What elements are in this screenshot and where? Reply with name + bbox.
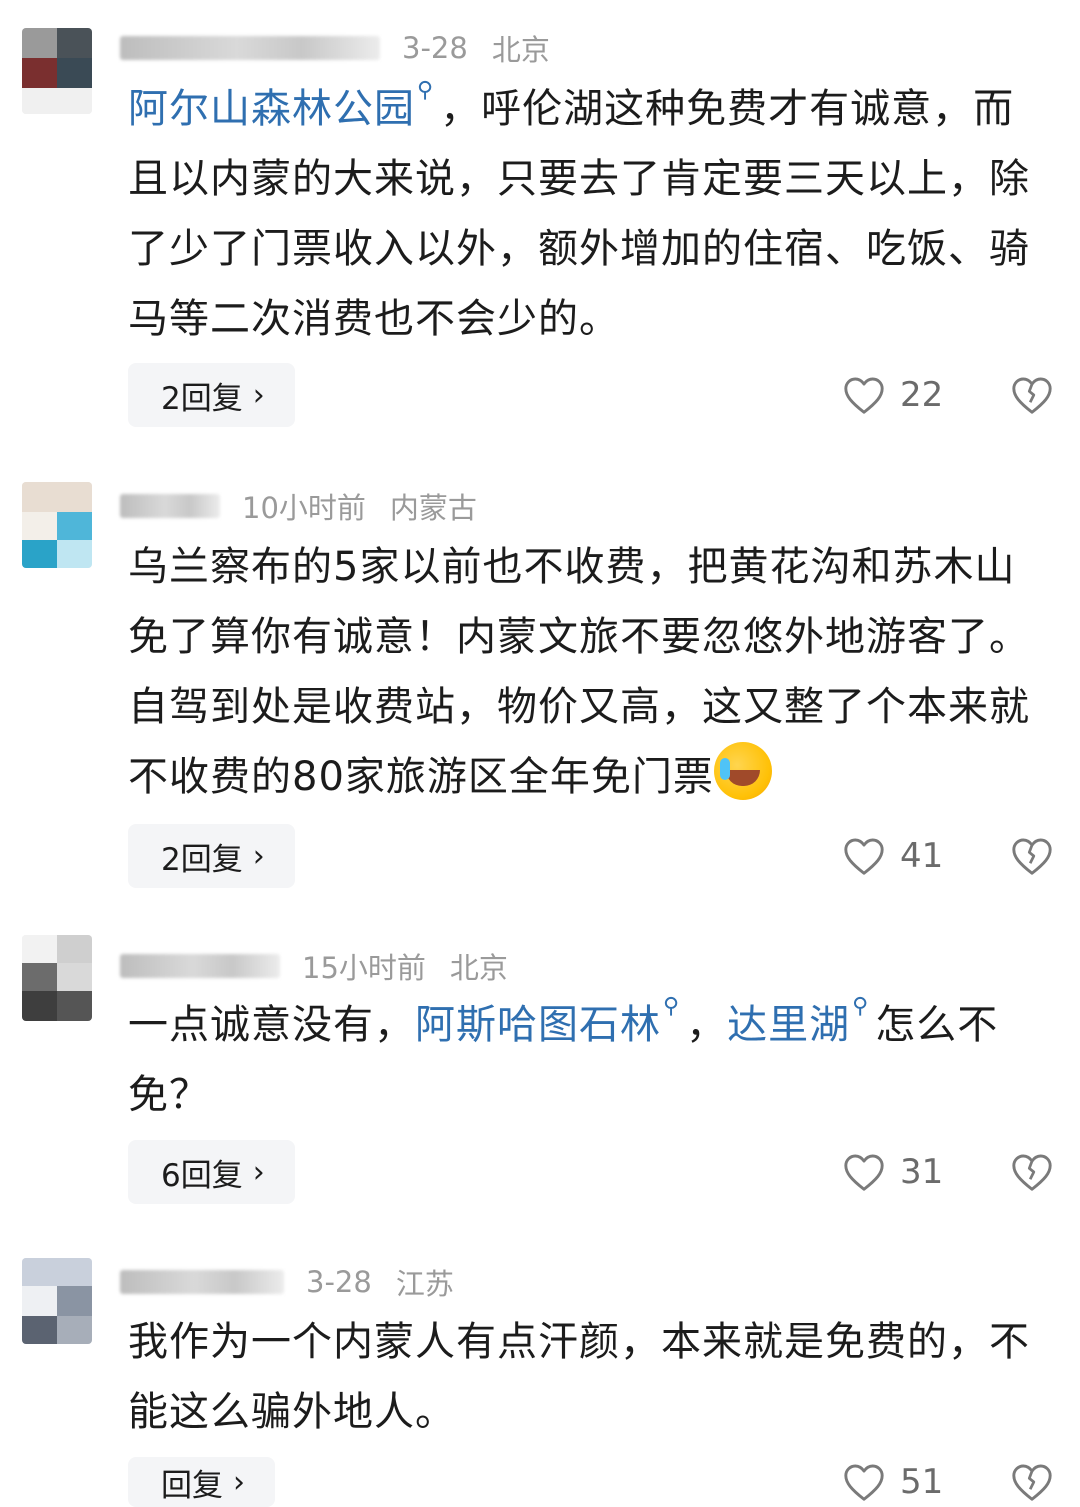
comment-meta: 3-28 江苏	[120, 1262, 454, 1302]
dislike-button[interactable]	[1010, 363, 1054, 427]
username-blurred[interactable]	[120, 1270, 284, 1294]
comment-time: 3-28	[402, 31, 468, 65]
broken-heart-icon	[1012, 377, 1052, 414]
like-count: 41	[900, 836, 944, 876]
comment-location: 北京	[449, 951, 508, 985]
dislike-button[interactable]	[1010, 1457, 1054, 1507]
like-button[interactable]: 22	[842, 363, 943, 427]
username-blurred[interactable]	[120, 954, 280, 978]
broken-heart-icon	[1012, 838, 1052, 875]
like-count: 51	[900, 1462, 944, 1502]
reply-label: 6回复	[161, 1157, 243, 1194]
comment-location: 内蒙古	[389, 491, 477, 525]
comment-text-segment: 乌兰察布的5家以前也不收费，把黄花沟和苏木山免了算你有诚意！内蒙文旅不要忽悠外地…	[128, 544, 1030, 800]
comment-text: 阿尔山森林公园⚲ ，呼伦湖这种免费才有诚意，而且以内蒙的大来说，只要去了肯定要三天…	[128, 74, 1048, 354]
comment-text: 乌兰察布的5家以前也不收费，把黄花沟和苏木山免了算你有诚意！内蒙文旅不要忽悠外地…	[128, 532, 1048, 812]
comment-time: 3-28	[306, 1265, 372, 1299]
crying-laughing-emoji-icon	[713, 742, 772, 800]
dislike-button[interactable]	[1010, 1140, 1054, 1204]
comment-meta: 10小时前 内蒙古	[120, 486, 477, 526]
avatar[interactable]	[22, 482, 92, 568]
avatar[interactable]	[22, 1258, 92, 1344]
reply-button[interactable]: 回复 ›	[128, 1457, 275, 1507]
topic-link[interactable]: 阿斯哈图石林	[415, 1002, 661, 1048]
broken-heart-icon	[1012, 1154, 1052, 1191]
comment-text: 我作为一个内蒙人有点汗颜，本来就是免费的，不能这么骗外地人。	[128, 1307, 1048, 1447]
reply-label: 2回复	[161, 380, 243, 417]
comment-text: 一点诚意没有，阿斯哈图石林⚲ ，达里湖⚲ 怎么不免？	[128, 990, 1048, 1130]
dislike-button[interactable]	[1010, 824, 1054, 888]
reply-button[interactable]: 2回复 ›	[128, 363, 295, 427]
heart-outline-icon	[844, 377, 884, 414]
comment-meta: 15小时前 北京	[120, 946, 508, 986]
comment-location: 北京	[491, 33, 550, 67]
heart-outline-icon	[844, 1154, 884, 1191]
avatar[interactable]	[22, 935, 92, 1021]
comment-meta: 3-28 北京	[120, 28, 550, 68]
reply-label: 回复	[161, 1467, 223, 1504]
broken-heart-icon	[1012, 1464, 1052, 1501]
chevron-right-icon: ›	[252, 838, 265, 874]
reply-button[interactable]: 6回复 ›	[128, 1140, 295, 1204]
search-icon[interactable]: ⚲	[852, 990, 869, 1024]
like-button[interactable]: 41	[842, 824, 943, 888]
comment-text-segment: 一点诚意没有，	[128, 1002, 415, 1048]
reply-button[interactable]: 2回复 ›	[128, 824, 295, 888]
topic-link[interactable]: 阿尔山森林公园	[128, 86, 415, 132]
search-icon[interactable]: ⚲	[663, 990, 680, 1024]
chevron-right-icon: ›	[252, 1154, 265, 1190]
comment-text-segment: ，	[686, 1002, 728, 1048]
comment-text-segment: 我作为一个内蒙人有点汗颜，本来就是免费的，不能这么骗外地人。	[128, 1319, 1030, 1435]
topic-link[interactable]: 达里湖	[727, 1002, 850, 1048]
username-blurred[interactable]	[120, 494, 220, 518]
search-icon[interactable]: ⚲	[417, 74, 434, 108]
comment-time: 15小时前	[302, 951, 426, 985]
reply-label: 2回复	[161, 841, 243, 878]
chevron-right-icon: ›	[252, 377, 265, 413]
heart-outline-icon	[844, 1464, 884, 1501]
like-count: 22	[900, 375, 944, 415]
like-button[interactable]: 31	[842, 1140, 943, 1204]
comment-time: 10小时前	[242, 491, 366, 525]
comment-location: 江苏	[395, 1267, 454, 1301]
like-button[interactable]: 51	[842, 1457, 943, 1507]
chevron-right-icon: ›	[233, 1464, 245, 1500]
avatar[interactable]	[22, 28, 92, 114]
username-blurred[interactable]	[120, 36, 380, 60]
heart-outline-icon	[844, 838, 884, 875]
like-count: 31	[900, 1152, 944, 1192]
